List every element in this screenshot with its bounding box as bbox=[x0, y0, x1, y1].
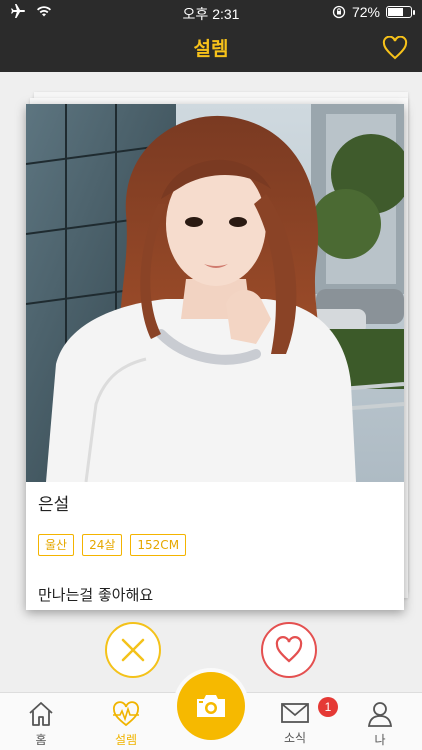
profile-bio: 만나는걸 좋아해요 bbox=[38, 586, 154, 604]
orientation-lock-icon bbox=[332, 5, 346, 19]
tag-height: 152CM bbox=[130, 534, 187, 556]
close-icon bbox=[121, 638, 145, 662]
tag-location: 울산 bbox=[38, 534, 75, 556]
tab-news[interactable]: 1 소식 bbox=[260, 697, 338, 746]
camera-icon bbox=[197, 695, 225, 717]
tab-home-label: 홈 bbox=[35, 733, 47, 747]
status-bar: 오후 2:31 72% bbox=[0, 0, 422, 24]
user-icon bbox=[367, 702, 393, 727]
page-title: 설렘 bbox=[193, 38, 229, 60]
profile-card[interactable]: 은설 울산 24살 152CM 만나는걸 좋아해요 bbox=[26, 104, 404, 610]
top-bar: 오후 2:31 72% 설렘 bbox=[0, 0, 422, 72]
mail-icon bbox=[281, 703, 309, 723]
tab-flutter[interactable]: 설렘 bbox=[91, 701, 161, 748]
dislike-button[interactable] bbox=[105, 622, 161, 678]
heart-outline-icon[interactable] bbox=[382, 36, 408, 60]
tab-me[interactable]: 나 bbox=[345, 701, 415, 748]
tag-age: 24살 bbox=[82, 534, 123, 556]
profile-name: 은설 bbox=[38, 495, 70, 515]
tab-flutter-label: 설렘 bbox=[114, 733, 138, 747]
battery-percent: 72% bbox=[351, 4, 380, 20]
like-button[interactable] bbox=[261, 622, 317, 678]
tab-home[interactable]: 홈 bbox=[6, 701, 76, 748]
profile-photo bbox=[26, 104, 404, 482]
heart-outline-icon bbox=[275, 636, 303, 663]
home-icon bbox=[29, 702, 53, 726]
battery-icon bbox=[386, 6, 415, 18]
tab-news-label: 소식 bbox=[283, 731, 307, 745]
status-right: 72% bbox=[332, 4, 415, 20]
notification-badge: 1 bbox=[318, 697, 338, 717]
heartbeat-icon bbox=[113, 701, 139, 727]
profile-tags: 울산 24살 152CM bbox=[38, 534, 187, 556]
tab-me-label: 나 bbox=[374, 733, 386, 747]
camera-button[interactable] bbox=[177, 672, 245, 740]
